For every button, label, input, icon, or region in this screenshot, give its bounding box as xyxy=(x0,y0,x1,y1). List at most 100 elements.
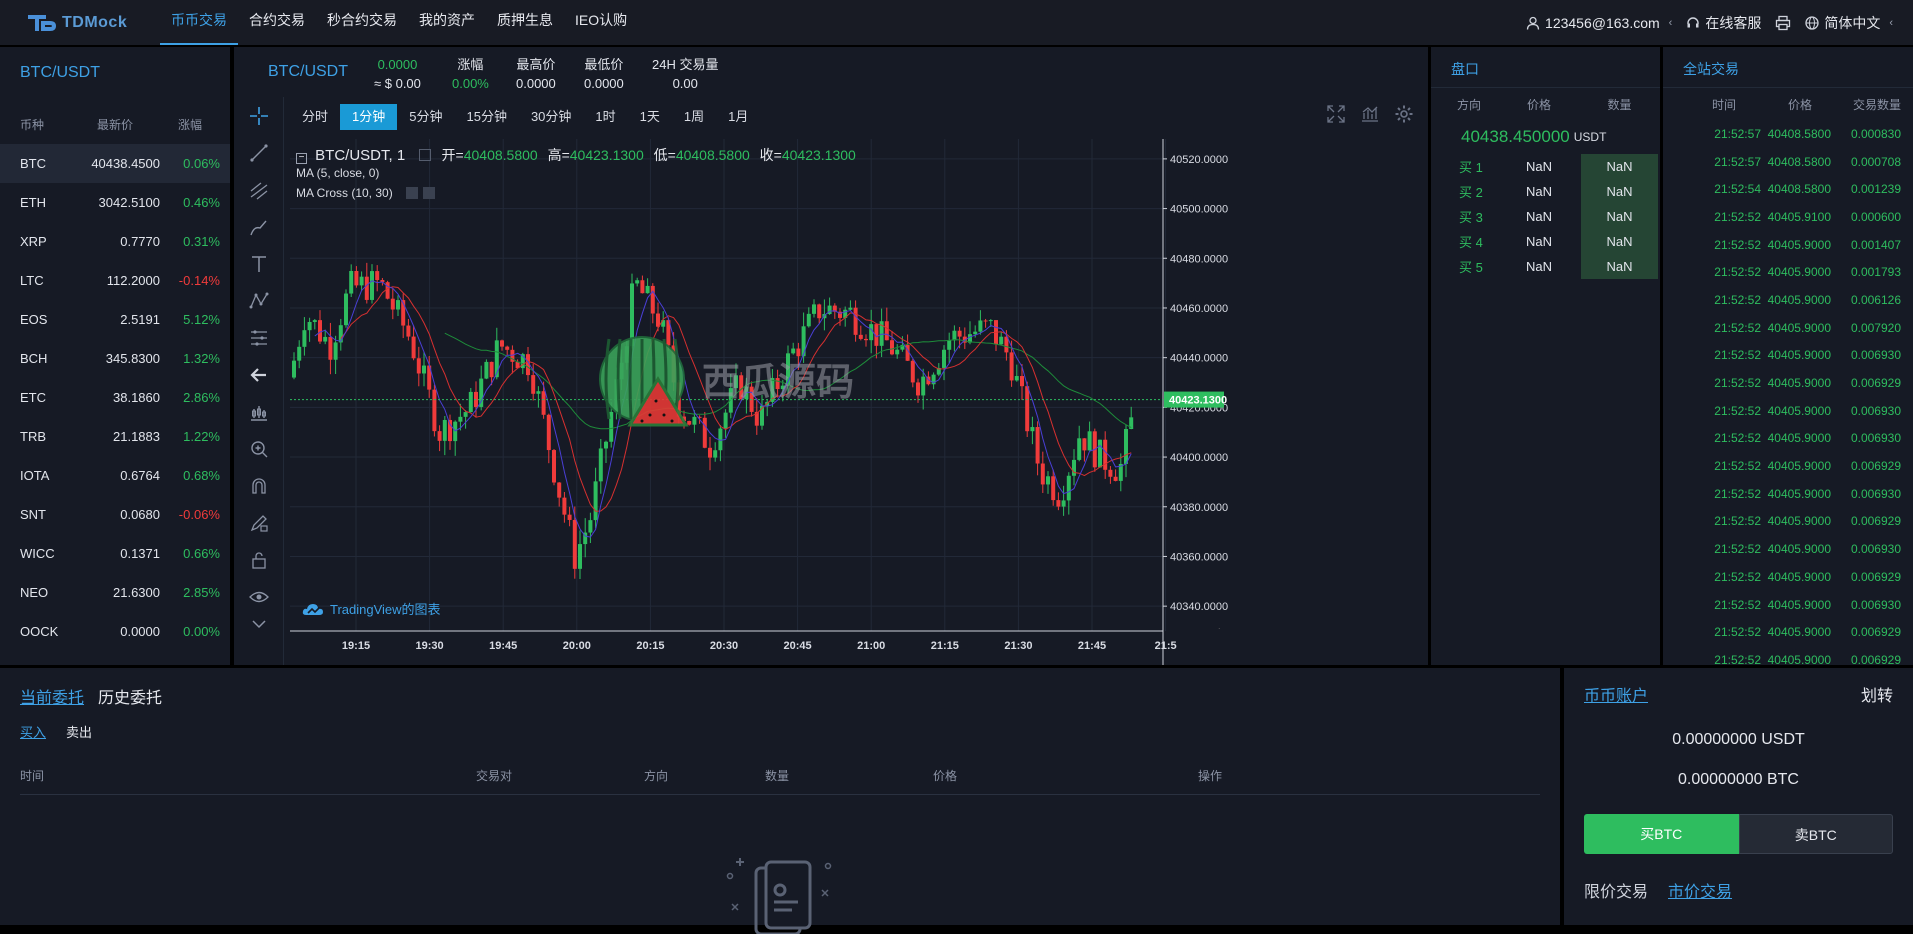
orderbook-row[interactable]: 买 4 NaN NaN xyxy=(1431,229,1660,254)
market-row[interactable]: BTC 40438.4500 0.06% xyxy=(0,144,230,183)
trend-line-tool[interactable] xyxy=(234,134,284,171)
headset-icon xyxy=(1687,16,1700,27)
measure-tool[interactable] xyxy=(234,319,284,356)
trade-price: 40405.9000 xyxy=(1767,292,1831,307)
nav-item-0[interactable]: 币币交易 xyxy=(160,0,238,45)
market-row[interactable]: NEO 21.6300 2.85% xyxy=(0,573,230,612)
account-title[interactable]: 币币账户 xyxy=(1584,682,1648,706)
trade-time: 21:52:52 xyxy=(1714,486,1761,501)
crosshair-tool[interactable] xyxy=(234,97,284,134)
market-row[interactable]: XRP 0.7770 0.31% xyxy=(0,222,230,261)
market-row[interactable]: ETC 38.1860 2.86% xyxy=(0,378,230,417)
coin-price: 21.1883 xyxy=(113,429,160,444)
legend-settings-icon[interactable] xyxy=(419,149,432,161)
logo[interactable]: TDMock xyxy=(24,11,160,35)
sell-btc-button[interactable]: 卖BTC xyxy=(1738,814,1893,854)
coin-price: 0.0000 xyxy=(120,624,160,639)
trade-price: 40405.9000 xyxy=(1767,542,1831,557)
trade-row: 21:52:52 40405.9000 0.006930 xyxy=(1663,480,1913,508)
buy-btc-button[interactable]: 买BTC xyxy=(1584,814,1739,854)
text-tool[interactable] xyxy=(234,245,284,282)
column-header-direction: 方向 xyxy=(644,769,669,783)
interval-tab-6[interactable]: 1天 xyxy=(628,104,672,130)
interval-tab-4[interactable]: 30分钟 xyxy=(519,104,583,130)
coin-change: 2.86% xyxy=(183,390,220,405)
nav-item-1[interactable]: 合约交易 xyxy=(238,0,316,45)
ma-cross-indicator[interactable]: MA Cross (10, 30) xyxy=(296,186,436,200)
tab-market-order[interactable]: 市价交易 xyxy=(1668,878,1732,902)
tradingview-branding[interactable]: TradingView的图表 xyxy=(302,599,441,618)
chart-canvas[interactable]: 40520.0000 40500.0000 40480.0000 40460.0000… xyxy=(290,139,1428,665)
market-row[interactable]: SNT 0.0680 -0.06% xyxy=(0,495,230,534)
magnet-tool[interactable] xyxy=(234,467,284,504)
coin-price: 345.8300 xyxy=(105,351,160,366)
orderbook-row[interactable]: 买 5 NaN NaN xyxy=(1431,254,1660,279)
settings-gear-icon[interactable] xyxy=(1394,104,1414,124)
subtab-sell[interactable]: 卖出 xyxy=(66,722,92,741)
market-row[interactable]: TRB 21.1883 1.22% xyxy=(0,417,230,456)
tab-limit-order[interactable]: 限价交易 xyxy=(1584,878,1648,902)
legend-collapse-icon[interactable]: − xyxy=(296,153,307,164)
low-value: 40408.5800 xyxy=(675,147,750,163)
market-row[interactable]: IOTA 0.6764 0.68% xyxy=(0,456,230,495)
brush-tool[interactable] xyxy=(234,208,284,245)
user-menu[interactable]: 123456@163.com ‹ xyxy=(1526,15,1672,31)
orderbook-qty: NaN xyxy=(1581,204,1658,229)
visibility-tool[interactable] xyxy=(234,578,284,615)
fib-tool[interactable] xyxy=(234,171,284,208)
interval-tab-2[interactable]: 5分钟 xyxy=(397,104,454,130)
market-row[interactable]: ETH 3042.5100 0.46% xyxy=(0,183,230,222)
trade-time: 21:52:52 xyxy=(1714,265,1761,280)
chart-symbol: BTC/USDT, 1 xyxy=(315,147,406,164)
close-value: 40423.1300 xyxy=(781,147,856,163)
interval-tab-1[interactable]: 1分钟 xyxy=(340,104,398,130)
print-button[interactable] xyxy=(1775,15,1791,31)
back-tool[interactable] xyxy=(234,356,284,393)
subtab-buy[interactable]: 买入 xyxy=(20,722,46,741)
support-link[interactable]: 在线客服 xyxy=(1686,13,1761,33)
interval-tab-8[interactable]: 1月 xyxy=(716,104,760,130)
candlestick-chart[interactable]: 40520.0000 40500.0000 40480.0000 40460.0000… xyxy=(290,139,1428,665)
market-row[interactable]: LTC 112.2000 -0.14% xyxy=(0,261,230,300)
ticker-change-block: 涨幅 0.00% xyxy=(452,55,489,93)
chart-style-tool[interactable] xyxy=(234,393,284,430)
nav-item-5[interactable]: IEO认购 xyxy=(564,0,638,45)
language-menu[interactable]: 简体中文 ‹ xyxy=(1805,13,1893,33)
tab-current-orders[interactable]: 当前委托 xyxy=(20,684,84,708)
nav-item-2[interactable]: 秒合约交易 xyxy=(316,0,408,45)
ticker-low-label: 最低价 xyxy=(584,57,624,72)
interval-tab-5[interactable]: 1时 xyxy=(583,104,627,130)
indicator-close-icon[interactable] xyxy=(423,187,436,199)
ticker-high: 0.0000 xyxy=(516,76,556,91)
ma-indicator-label[interactable]: MA (5, close, 0) xyxy=(296,166,379,180)
lock-drawing-tool[interactable] xyxy=(234,504,284,541)
market-row[interactable]: OOCK 0.0000 0.00% xyxy=(0,612,230,651)
tab-history-orders[interactable]: 历史委托 xyxy=(98,684,162,708)
orderbook-row[interactable]: 买 2 NaN NaN xyxy=(1431,179,1660,204)
toolbar-scroll-down[interactable] xyxy=(234,615,284,633)
transfer-button[interactable]: 划转 xyxy=(1861,682,1893,706)
indicator-settings-icon[interactable] xyxy=(406,187,419,199)
interval-tab-7[interactable]: 1周 xyxy=(672,104,716,130)
last-price-value: 40438.450000 xyxy=(1461,127,1570,146)
tradingview-label: TradingView的图表 xyxy=(330,602,441,617)
arrow-left-icon xyxy=(250,367,266,382)
market-row[interactable]: EOS 2.5191 5.12% xyxy=(0,300,230,339)
nav-item-4[interactable]: 质押生息 xyxy=(486,0,564,45)
trade-price: 40405.9000 xyxy=(1767,459,1831,474)
fib-icon xyxy=(250,181,268,200)
trade-price: 40405.9000 xyxy=(1767,237,1831,252)
market-row[interactable]: WICC 0.1371 0.66% xyxy=(0,534,230,573)
indicators-icon[interactable] xyxy=(1360,104,1380,124)
orderbook-row[interactable]: 买 3 NaN NaN xyxy=(1431,204,1660,229)
pattern-tool[interactable] xyxy=(234,282,284,319)
unlock-tool[interactable] xyxy=(234,541,284,578)
fullscreen-icon[interactable] xyxy=(1326,104,1346,124)
zoom-tool[interactable] xyxy=(234,430,284,467)
y-axis-tick-label: 40340.0000 xyxy=(1170,601,1228,613)
nav-item-3[interactable]: 我的资产 xyxy=(408,0,486,45)
orderbook-row[interactable]: 买 1 NaN NaN xyxy=(1431,154,1660,179)
market-row[interactable]: BCH 345.8300 1.32% xyxy=(0,339,230,378)
interval-tab-0[interactable]: 分时 xyxy=(290,104,340,130)
interval-tab-3[interactable]: 15分钟 xyxy=(454,104,518,130)
